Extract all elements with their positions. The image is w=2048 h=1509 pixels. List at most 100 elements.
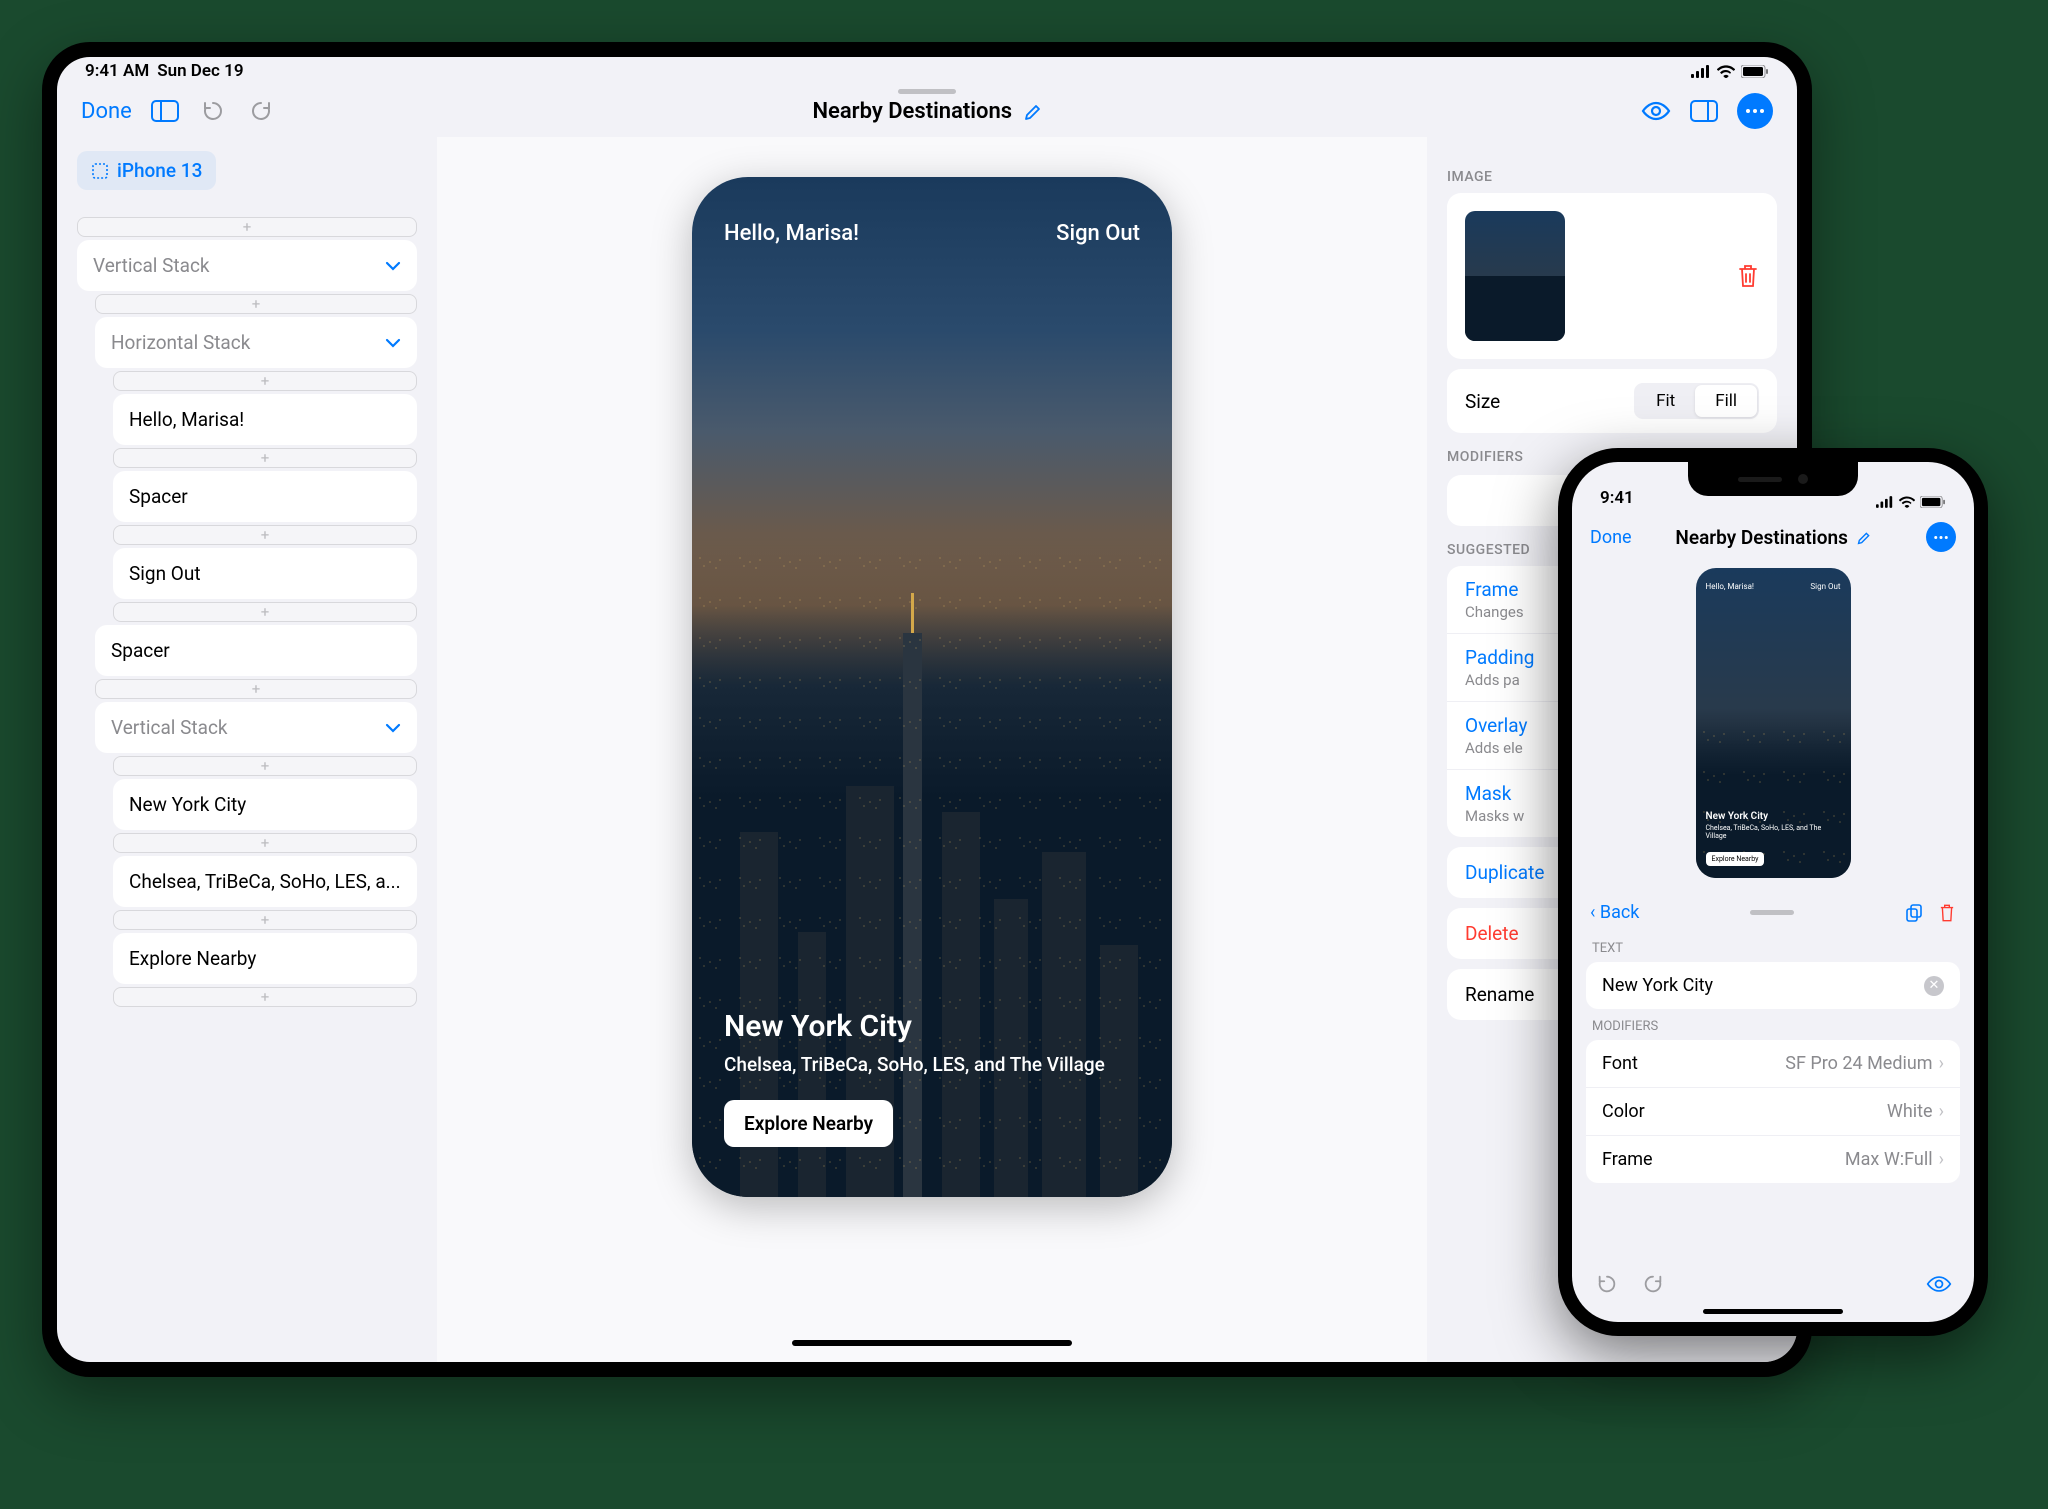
wifi-icon (1717, 65, 1735, 78)
ipad-device-frame: 9:41 AM Sun Dec 19 Done Nearby Destinati… (42, 42, 1812, 1377)
preview-cta-button[interactable]: Explore Nearby (724, 1100, 893, 1147)
preview-signout[interactable]: Sign Out (1056, 221, 1140, 246)
layer-sidebar: iPhone 13 + Vertical Stack + Horizontal Sta… (57, 137, 437, 1362)
inspector-toggle-icon[interactable] (1689, 96, 1719, 126)
clear-icon[interactable]: ✕ (1924, 976, 1944, 996)
status-date: Sun Dec 19 (157, 61, 243, 81)
add-slot[interactable]: + (95, 294, 417, 314)
trash-icon[interactable] (1737, 263, 1759, 289)
preview-city: New York City (724, 1009, 1140, 1044)
tree-row[interactable]: Vertical Stack (77, 240, 417, 291)
sidebar-toggle-icon[interactable] (150, 96, 180, 126)
done-button[interactable]: Done (81, 99, 132, 124)
iphone-modifiers-label: MODIFIERS (1572, 1009, 1974, 1040)
tree-row-label: Explore Nearby (129, 947, 256, 970)
tree-row-label: Vertical Stack (93, 254, 210, 277)
add-slot[interactable]: + (113, 833, 417, 853)
iphone-title: Nearby Destinations (1675, 526, 1847, 549)
tree-row[interactable]: Explore Nearby (113, 933, 417, 984)
text-input-row[interactable]: New York City ✕ (1586, 962, 1960, 1009)
tree-row-label: Vertical Stack (111, 716, 228, 739)
chevron-down-icon[interactable] (385, 723, 401, 733)
home-indicator[interactable] (792, 1340, 1072, 1346)
duplicate-icon[interactable] (1904, 903, 1924, 923)
preview-eye-icon[interactable] (1641, 96, 1671, 126)
device-chip[interactable]: iPhone 13 (77, 151, 216, 190)
tree-row[interactable]: Vertical Stack (95, 702, 417, 753)
add-slot[interactable]: + (77, 217, 417, 237)
sheet-bar: ‹ Back (1572, 894, 1974, 931)
size-label: Size (1465, 390, 1500, 413)
sheet-handle[interactable] (1750, 910, 1794, 915)
add-slot[interactable]: + (113, 756, 417, 776)
chevron-down-icon[interactable] (385, 261, 401, 271)
signal-icon (1691, 65, 1711, 78)
iphone-more-button[interactable] (1926, 522, 1956, 552)
size-fill[interactable]: Fill (1695, 385, 1757, 417)
tree-row[interactable]: Sign Out (113, 548, 417, 599)
tree-row[interactable]: Horizontal Stack (95, 317, 417, 368)
text-value: New York City (1602, 975, 1713, 996)
add-slot[interactable]: + (113, 987, 417, 1007)
image-card (1447, 193, 1777, 359)
add-slot[interactable]: + (113, 525, 417, 545)
add-slot[interactable]: + (113, 910, 417, 930)
text-section-label: TEXT (1572, 931, 1974, 962)
modifier-row[interactable]: ColorWhite› (1586, 1087, 1960, 1135)
image-section-label: IMAGE (1447, 169, 1777, 185)
iphone-toolbar: Done Nearby Destinations (1572, 512, 1974, 562)
battery-icon (1741, 65, 1769, 78)
add-slot[interactable]: + (113, 371, 417, 391)
ipad-screen: 9:41 AM Sun Dec 19 Done Nearby Destinati… (57, 57, 1797, 1362)
chevron-down-icon[interactable] (385, 338, 401, 348)
chevron-right-icon: › (1939, 1149, 1944, 1170)
chevron-right-icon: › (1939, 1053, 1944, 1074)
modifier-row[interactable]: FontSF Pro 24 Medium› (1586, 1040, 1960, 1087)
iphone-bottom-bar (1572, 1257, 1974, 1309)
phone-preview[interactable]: Hello, Marisa! Sign Out New York City Ch… (692, 177, 1172, 1197)
status-right (1691, 65, 1769, 78)
preview-neighborhoods: Chelsea, TriBeCa, SoHo, LES, and The Vil… (724, 1052, 1140, 1078)
iphone-done-button[interactable]: Done (1590, 527, 1632, 548)
add-slot[interactable]: + (113, 602, 417, 622)
add-slot[interactable]: + (95, 679, 417, 699)
pencil-icon[interactable] (1857, 531, 1871, 545)
image-thumbnail[interactable] (1465, 211, 1565, 341)
battery-icon (1920, 496, 1946, 508)
redo-icon[interactable] (1638, 1269, 1668, 1299)
tree-row-label: Spacer (129, 485, 188, 508)
status-time: 9:41 AM (85, 61, 149, 81)
more-button[interactable] (1737, 93, 1773, 129)
size-fit[interactable]: Fit (1636, 385, 1695, 417)
chevron-right-icon: › (1939, 1101, 1944, 1122)
tree-row[interactable]: Chelsea, TriBeCa, SoHo, LES, a... (113, 856, 417, 907)
wifi-icon (1899, 496, 1915, 508)
undo-icon[interactable] (1592, 1269, 1622, 1299)
page-title: Nearby Destinations (812, 99, 1012, 124)
preview-eye-icon[interactable] (1924, 1269, 1954, 1299)
tree-row-label: Horizontal Stack (111, 331, 250, 354)
iphone-device-frame: 9:41 Done Nearby Destinations Hello, Mar… (1558, 448, 1988, 1336)
tree-row-label: Chelsea, TriBeCa, SoHo, LES, a... (129, 870, 401, 893)
iphone-preview[interactable]: Hello, Marisa! Sign Out New York City Ch… (1696, 568, 1851, 878)
canvas[interactable]: Hello, Marisa! Sign Out New York City Ch… (437, 137, 1427, 1362)
pencil-icon[interactable] (1024, 103, 1042, 121)
undo-icon[interactable] (198, 96, 228, 126)
preview-hello: Hello, Marisa! (724, 221, 859, 246)
tree-row[interactable]: Spacer (113, 471, 417, 522)
signal-icon (1876, 496, 1894, 508)
modifier-row[interactable]: FrameMax W:Full› (1586, 1135, 1960, 1183)
size-segmented-control[interactable]: Fit Fill (1634, 383, 1759, 419)
notch (1688, 462, 1858, 496)
iphone-screen: 9:41 Done Nearby Destinations Hello, Mar… (1572, 462, 1974, 1322)
home-indicator[interactable] (1703, 1309, 1843, 1314)
status-bar: 9:41 AM Sun Dec 19 (57, 57, 1797, 85)
tree-row[interactable]: Hello, Marisa! (113, 394, 417, 445)
tree-row[interactable]: Spacer (95, 625, 417, 676)
tree-row[interactable]: New York City (113, 779, 417, 830)
redo-icon[interactable] (246, 96, 276, 126)
add-slot[interactable]: + (113, 448, 417, 468)
trash-icon[interactable] (1938, 903, 1956, 923)
tree-row-label: Sign Out (129, 562, 201, 585)
back-button[interactable]: ‹ Back (1590, 902, 1639, 923)
